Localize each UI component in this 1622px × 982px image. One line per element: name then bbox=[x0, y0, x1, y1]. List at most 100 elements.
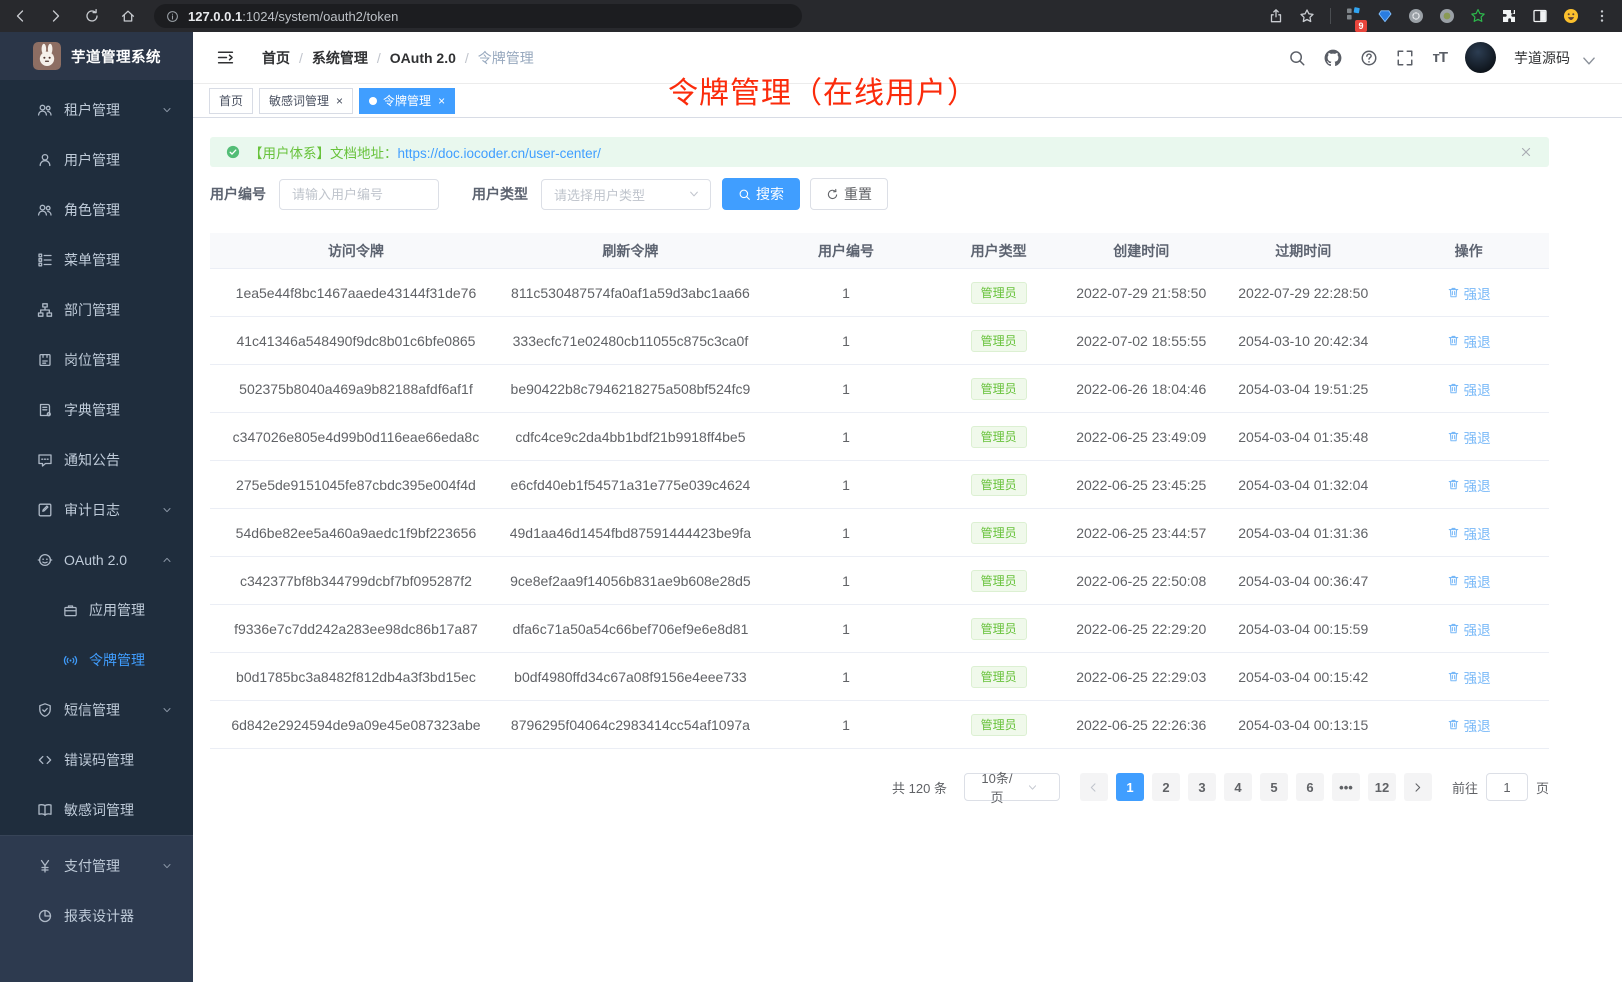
sidebar-item-3[interactable]: 菜单管理 bbox=[0, 235, 193, 285]
tab-2[interactable]: 令牌管理 × bbox=[359, 88, 455, 114]
browser-forward-icon[interactable] bbox=[48, 8, 64, 24]
sidebar-item-2[interactable]: 角色管理 bbox=[0, 185, 193, 235]
sidebar-item-13[interactable]: 错误码管理 bbox=[0, 735, 193, 785]
cell-actions: 强退 bbox=[1388, 619, 1549, 639]
page-size-select[interactable]: 10条/页 bbox=[964, 773, 1060, 801]
share-icon[interactable] bbox=[1268, 8, 1284, 24]
site-info-icon[interactable] bbox=[166, 10, 179, 23]
sidebar-item-16[interactable]: 报表设计器 bbox=[0, 891, 193, 941]
extension-sidepanel-icon[interactable] bbox=[1532, 8, 1548, 24]
goto-page-input[interactable] bbox=[1486, 773, 1528, 801]
next-page-button[interactable] bbox=[1404, 773, 1432, 801]
force-logout-button[interactable]: 强退 bbox=[1447, 523, 1491, 543]
address-bar[interactable]: 127.0.0.1:1024/system/oauth2/token bbox=[154, 4, 802, 28]
page-button-5[interactable]: 5 bbox=[1260, 773, 1288, 801]
dict-book-icon bbox=[37, 402, 53, 418]
cell-refresh-token: b0df4980ffd34c67a08f9156e4eee733 bbox=[502, 669, 759, 685]
browser-back-icon[interactable] bbox=[12, 8, 28, 24]
force-logout-button[interactable]: 强退 bbox=[1447, 715, 1491, 735]
user-type-select[interactable]: 请选择用户类型 bbox=[541, 179, 711, 210]
cell-user-type: 管理员 bbox=[933, 618, 1064, 640]
cell-refresh-token: 811c530487574fa0af1a59d3abc1aa66 bbox=[502, 285, 759, 301]
yen-icon bbox=[37, 858, 53, 874]
cell-actions: 强退 bbox=[1388, 379, 1549, 399]
breadcrumb-item-0[interactable]: 首页 bbox=[262, 48, 290, 68]
force-logout-button[interactable]: 强退 bbox=[1447, 331, 1491, 351]
page-button-6[interactable]: 6 bbox=[1296, 773, 1324, 801]
user-name[interactable]: 芋道源码 bbox=[1514, 48, 1570, 68]
sidebar-item-6[interactable]: 字典管理 bbox=[0, 385, 193, 435]
prev-page-button[interactable] bbox=[1080, 773, 1108, 801]
force-logout-button[interactable]: 强退 bbox=[1447, 571, 1491, 591]
force-logout-button[interactable]: 强退 bbox=[1447, 427, 1491, 447]
force-logout-button[interactable]: 强退 bbox=[1447, 619, 1491, 639]
bookmark-star-icon[interactable] bbox=[1299, 8, 1315, 24]
sidebar-item-8[interactable]: 审计日志 bbox=[0, 485, 193, 535]
sidebar-item-9[interactable]: OAuth 2.0 bbox=[0, 535, 193, 585]
sidebar-item-12[interactable]: 短信管理 bbox=[0, 685, 193, 735]
close-tab-icon[interactable]: × bbox=[336, 94, 343, 108]
browser-reload-icon[interactable] bbox=[84, 8, 100, 24]
tree-menu-icon bbox=[37, 252, 53, 268]
force-logout-button[interactable]: 强退 bbox=[1447, 379, 1491, 399]
github-icon[interactable] bbox=[1324, 49, 1342, 67]
sidebar-item-10[interactable]: 应用管理 bbox=[0, 585, 193, 635]
breadcrumb-item-1[interactable]: 系统管理 bbox=[312, 48, 368, 68]
page-button-2[interactable]: 2 bbox=[1152, 773, 1180, 801]
force-logout-button[interactable]: 强退 bbox=[1447, 283, 1491, 303]
font-size-icon[interactable]: тT bbox=[1432, 49, 1447, 66]
user-menu-caret-icon[interactable] bbox=[1580, 52, 1598, 70]
sidebar-item-4[interactable]: 部门管理 bbox=[0, 285, 193, 335]
pages-ellipsis[interactable]: ••• bbox=[1332, 773, 1360, 801]
fullscreen-icon[interactable] bbox=[1396, 49, 1414, 67]
org-chart-icon bbox=[37, 302, 53, 318]
cell-user-type: 管理员 bbox=[933, 570, 1064, 592]
sidebar-item-1[interactable]: 用户管理 bbox=[0, 135, 193, 185]
chevron-down-icon bbox=[161, 704, 173, 716]
profile-avatar-icon[interactable] bbox=[1563, 8, 1579, 24]
sidebar-item-15[interactable]: 支付管理 bbox=[0, 841, 193, 891]
extension-record-icon[interactable] bbox=[1439, 8, 1455, 24]
sidebar-item-0[interactable]: 租户管理 bbox=[0, 85, 193, 135]
cell-actions: 强退 bbox=[1388, 571, 1549, 591]
page-button-3[interactable]: 3 bbox=[1188, 773, 1216, 801]
search-button[interactable]: 搜索 bbox=[722, 178, 800, 210]
tab-1[interactable]: 敏感词管理 × bbox=[259, 88, 353, 114]
chevron-down-icon bbox=[161, 104, 173, 116]
search-icon[interactable] bbox=[1288, 49, 1306, 67]
user-avatar[interactable] bbox=[1465, 42, 1496, 73]
alert-close-icon[interactable] bbox=[1519, 145, 1533, 159]
reset-button[interactable]: 重置 bbox=[810, 178, 888, 210]
tab-0[interactable]: 首页 × bbox=[209, 88, 253, 114]
sidebar-item-7[interactable]: 通知公告 bbox=[0, 435, 193, 485]
sidebar-item-5[interactable]: 岗位管理 bbox=[0, 335, 193, 385]
help-icon[interactable] bbox=[1360, 49, 1378, 67]
user-id-input[interactable] bbox=[279, 179, 439, 210]
extension-circle-icon[interactable] bbox=[1408, 8, 1424, 24]
table-row: 502375b8040a469a9b82188afdf6af1f be90422… bbox=[210, 365, 1549, 413]
page-button-4[interactable]: 4 bbox=[1224, 773, 1252, 801]
cell-user-type: 管理员 bbox=[933, 426, 1064, 448]
browser-menu-icon[interactable] bbox=[1594, 8, 1610, 24]
force-logout-button[interactable]: 强退 bbox=[1447, 667, 1491, 687]
page-button-12[interactable]: 12 bbox=[1368, 773, 1396, 801]
sidebar-item-14[interactable]: 敏感词管理 bbox=[0, 785, 193, 835]
force-logout-button[interactable]: 强退 bbox=[1447, 475, 1491, 495]
extension-star-icon[interactable] bbox=[1470, 8, 1486, 24]
sidebar-item-11[interactable]: 令牌管理 bbox=[0, 635, 193, 685]
collapse-sidebar-icon[interactable] bbox=[216, 48, 235, 67]
cell-user-id: 1 bbox=[759, 333, 933, 349]
close-tab-icon[interactable]: × bbox=[438, 94, 445, 108]
refresh-icon bbox=[826, 188, 839, 201]
cell-created-time: 2022-06-25 23:49:09 bbox=[1064, 429, 1218, 445]
extensions-puzzle-icon[interactable] bbox=[1501, 8, 1517, 24]
app-logo[interactable]: 芋道管理系统 bbox=[0, 32, 193, 80]
page-button-1[interactable]: 1 bbox=[1116, 773, 1144, 801]
breadcrumb-item-2[interactable]: OAuth 2.0 bbox=[390, 50, 456, 66]
cell-user-type: 管理员 bbox=[933, 282, 1064, 304]
extension-gem-icon[interactable] bbox=[1377, 8, 1393, 24]
browser-home-icon[interactable] bbox=[120, 8, 136, 24]
search-button-icon bbox=[738, 188, 751, 201]
user-type-badge: 管理员 bbox=[971, 666, 1027, 688]
doc-link[interactable]: https://doc.iocoder.cn/user-center/ bbox=[398, 146, 601, 161]
